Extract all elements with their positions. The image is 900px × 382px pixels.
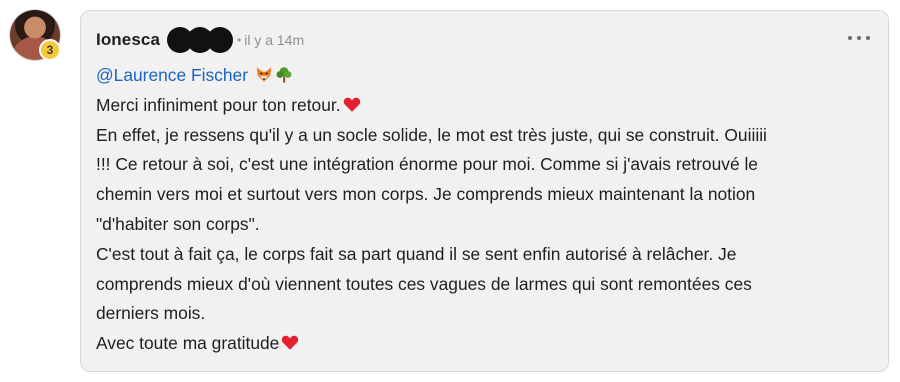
comment-line: chemin vers moi et surtout vers mon corp… <box>96 184 756 205</box>
comment-line: En effet, je ressens qu'il y a un socle … <box>96 124 767 145</box>
comment-line: !!! Ce retour à soi, c'est une intégrati… <box>96 154 758 175</box>
comment-line: derniers mois. <box>96 303 206 324</box>
more-options-button[interactable] <box>848 33 870 43</box>
more-dot-icon <box>866 36 870 40</box>
comment-card: Ionesca • il y a 14m @Laurence Fischer M… <box>80 10 889 372</box>
comment-text: Merci infiniment pour ton retour. <box>96 94 341 115</box>
more-dot-icon <box>857 36 861 40</box>
level-badge: 3 <box>39 39 61 61</box>
more-dot-icon <box>848 36 852 40</box>
comment-line: "d'habiter son corps". <box>96 213 260 234</box>
timestamp[interactable]: il y a 14m <box>244 32 304 48</box>
heart-emoji-icon <box>343 97 360 112</box>
heart-emoji-icon <box>282 335 299 350</box>
comment-line: comprends mieux d'où viennent toutes ces… <box>96 273 752 294</box>
comment-container: 3 Ionesca • il y a 14m @Laurence Fischer <box>0 0 900 382</box>
comment-line: C'est tout à fait ça, le corps fait sa p… <box>96 243 737 264</box>
redacted-name-blob <box>167 27 234 53</box>
tree-emoji-icon <box>276 67 292 83</box>
comment-line: Avec toute ma gratitude <box>96 329 876 359</box>
fox-emoji-icon <box>256 67 272 82</box>
author-name[interactable]: Ionesca <box>96 30 160 50</box>
comment-header: Ionesca • il y a 14m <box>96 27 304 53</box>
time-separator: • <box>237 33 242 47</box>
user-mention-link[interactable]: @Laurence Fischer <box>96 65 248 85</box>
mention-line: @Laurence Fischer <box>96 61 876 91</box>
comment-text: Avec toute ma gratitude <box>96 333 280 354</box>
comment-line: Merci infiniment pour ton retour. <box>96 91 876 121</box>
comment-body: @Laurence Fischer Merci infiniment pour … <box>96 61 876 359</box>
